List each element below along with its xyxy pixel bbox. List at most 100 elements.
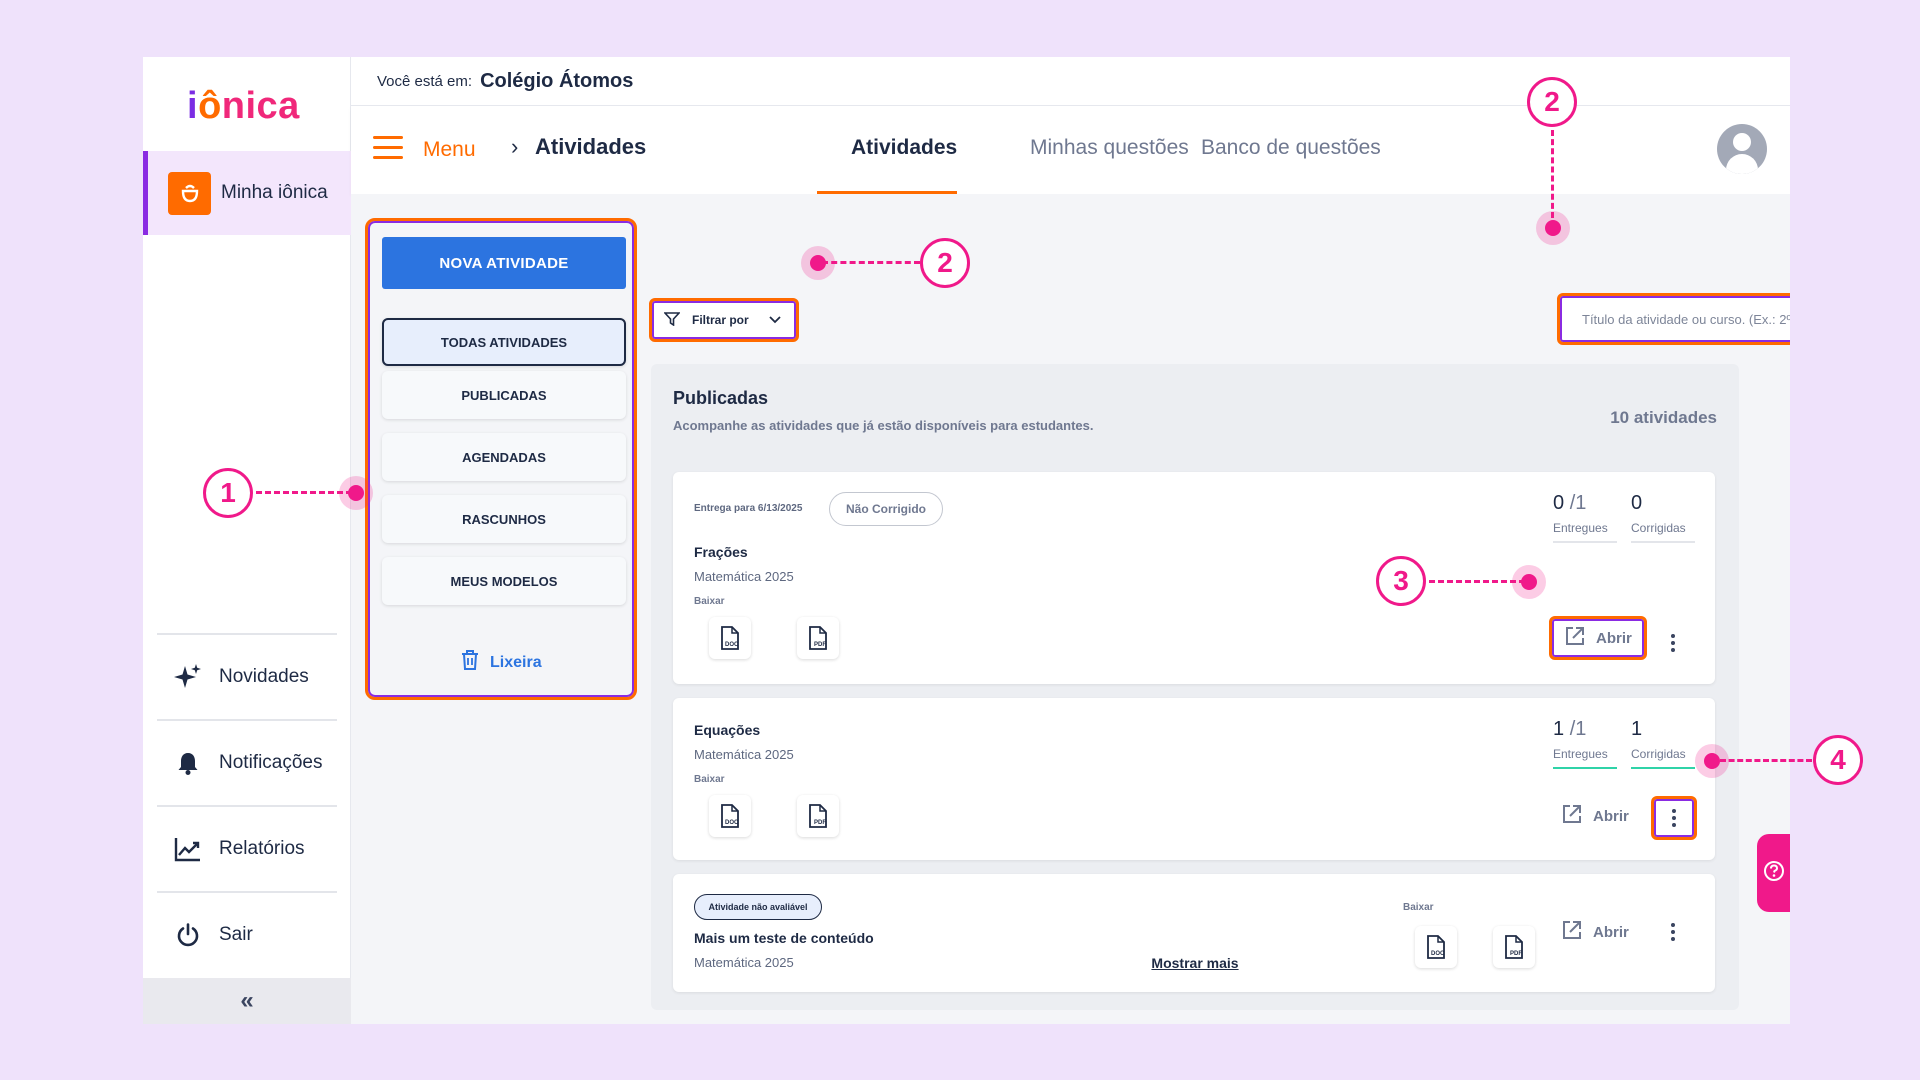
svg-text:DOC: DOC [725, 820, 739, 826]
annotation-dot [1521, 574, 1537, 590]
due-date: Entrega para 6/13/2025 [694, 503, 803, 514]
corrected-count: 1 [1631, 718, 1643, 740]
delivered-label: Entregues [1553, 521, 1617, 543]
filter-dropdown[interactable]: Filtrar por [649, 298, 799, 342]
help-button[interactable] [1757, 834, 1790, 912]
more-options-icon[interactable] [1651, 796, 1697, 840]
trash-icon [460, 649, 480, 676]
sidebar-item-sair[interactable]: Sair [157, 891, 337, 976]
chevron-down-icon [769, 313, 781, 327]
annotation-connector [1429, 580, 1525, 583]
corrected-label: Corrigidas [1631, 521, 1695, 543]
corrected-stat: 1 Corrigidas [1631, 718, 1695, 769]
trash-button[interactable]: Lixeira [460, 649, 542, 676]
sidebar-item-label: Notificações [219, 751, 323, 773]
annotation-dot [348, 485, 364, 501]
filter-agendadas[interactable]: AGENDADAS [382, 433, 626, 481]
help-icon [1763, 860, 1785, 887]
svg-text:DOC: DOC [725, 642, 739, 648]
menu-button[interactable]: Menu [423, 138, 476, 162]
more-options-icon[interactable] [1663, 630, 1683, 656]
double-chevron-left-icon: « [240, 987, 254, 1014]
search-input[interactable] [1582, 309, 1790, 329]
open-label: Abrir [1593, 923, 1629, 941]
sidebar-item-novidades[interactable]: Novidades [157, 633, 337, 718]
download-label: Baixar [694, 596, 725, 607]
section-subtitle: Acompanhe as atividades que já estão dis… [673, 418, 1094, 433]
corrected-count: 0 [1631, 492, 1643, 514]
delivered-label: Entregues [1553, 747, 1617, 769]
new-activity-button[interactable]: NOVA ATIVIDADE [382, 237, 626, 289]
activity-title[interactable]: Frações [694, 544, 748, 560]
pdf-file-icon[interactable]: PDF [797, 617, 839, 659]
section-title: Publicadas [673, 388, 769, 408]
location-prefix: Você está em: [377, 72, 473, 90]
sidebar-item-label: Minha iônica [221, 182, 328, 203]
sidebar-item-label: Sair [219, 923, 253, 945]
doc-file-icon[interactable]: DOC [709, 617, 751, 659]
filter-rascunhos[interactable]: RASCUNHOS [382, 495, 626, 543]
more-options-icon[interactable] [1663, 919, 1683, 945]
corrected-stat: 0 Corrigidas [1631, 492, 1695, 543]
activity-course: Matemática 2025 [694, 747, 794, 762]
not-graded-badge: Atividade não avaliável [694, 894, 822, 920]
sidebar-item-minha-ionica[interactable]: Minha iônica [143, 151, 351, 235]
top-navbar: Menu › Atividades Atividades Minhas ques… [351, 106, 1790, 194]
tab-atividades[interactable]: Atividades [851, 136, 957, 160]
open-label: Abrir [1596, 629, 1632, 647]
published-activities-panel: Publicadas Acompanhe as atividades que j… [651, 364, 1739, 1010]
doc-file-icon[interactable]: DOC [709, 795, 751, 837]
ionica-home-icon [168, 171, 211, 215]
download-label: Baixar [1403, 902, 1434, 913]
annotation-marker-4: 4 [1813, 735, 1863, 785]
chart-line-icon [173, 834, 203, 864]
activity-card: Entrega para 6/13/2025 Não Corrigido Fra… [673, 472, 1715, 684]
activity-filter-panel: NOVA ATIVIDADE TODAS ATIVIDADES PUBLICAD… [365, 218, 637, 700]
trash-label: Lixeira [490, 653, 542, 671]
open-activity-button[interactable]: Abrir [1561, 919, 1629, 945]
breadcrumb-current-page: Atividades [535, 134, 647, 159]
annotation-dot [1704, 753, 1720, 769]
filter-label: Filtrar por [692, 313, 749, 327]
power-icon [173, 920, 203, 950]
open-label: Abrir [1593, 807, 1629, 825]
collapse-sidebar-button[interactable]: « [143, 978, 351, 1024]
filter-publicadas[interactable]: PUBLICADAS [382, 371, 626, 419]
annotation-dot [810, 255, 826, 271]
sidebar-item-label: Relatórios [219, 837, 305, 859]
sidebar: iônica Minha iônica Novidades Notificaçõ… [143, 57, 351, 1024]
activity-title[interactable]: Equações [694, 722, 760, 738]
open-activity-button[interactable]: Abrir [1561, 803, 1629, 829]
app-window: iônica Minha iônica Novidades Notificaçõ… [143, 57, 1790, 1024]
annotation-connector [256, 491, 352, 494]
open-activity-button[interactable]: Abrir [1549, 616, 1647, 660]
hamburger-menu-icon[interactable] [373, 136, 403, 160]
annotation-marker-2-search: 2 [1527, 77, 1577, 127]
annotation-connector [1720, 759, 1812, 762]
search-box[interactable] [1557, 293, 1790, 345]
tab-banco-de-questoes[interactable]: Banco de questões [1201, 136, 1381, 160]
svg-text:PDF: PDF [814, 642, 826, 648]
pdf-file-icon[interactable]: PDF [797, 795, 839, 837]
show-more-link[interactable]: Mostrar mais [651, 955, 1739, 971]
filter-todas-atividades[interactable]: TODAS ATIVIDADES [382, 318, 626, 366]
sidebar-item-relatorios[interactable]: Relatórios [157, 805, 337, 890]
tab-minhas-questoes[interactable]: Minhas questões [1030, 136, 1189, 160]
avatar[interactable] [1717, 124, 1767, 174]
sidebar-item-notificacoes[interactable]: Notificações [157, 719, 337, 804]
delivered-count: 1 [1553, 718, 1565, 740]
ionica-logo[interactable]: iônica [187, 85, 300, 128]
activity-count: 10 atividades [1610, 408, 1717, 427]
activity-course: Matemática 2025 [694, 569, 794, 584]
funnel-icon [663, 311, 681, 329]
annotation-dot [1545, 220, 1561, 236]
activity-title[interactable]: Mais um teste de conteúdo [694, 930, 874, 946]
annotation-marker-3: 3 [1376, 556, 1426, 606]
status-badge: Não Corrigido [829, 492, 943, 526]
filter-meus-modelos[interactable]: MEUS MODELOS [382, 557, 626, 605]
school-name: Colégio Átomos [480, 69, 634, 92]
external-link-icon [1561, 919, 1583, 945]
delivered-stat: 0 /1 Entregues [1553, 492, 1617, 543]
chevron-right-icon: › [511, 134, 519, 159]
annotation-marker-2: 2 [920, 238, 970, 288]
